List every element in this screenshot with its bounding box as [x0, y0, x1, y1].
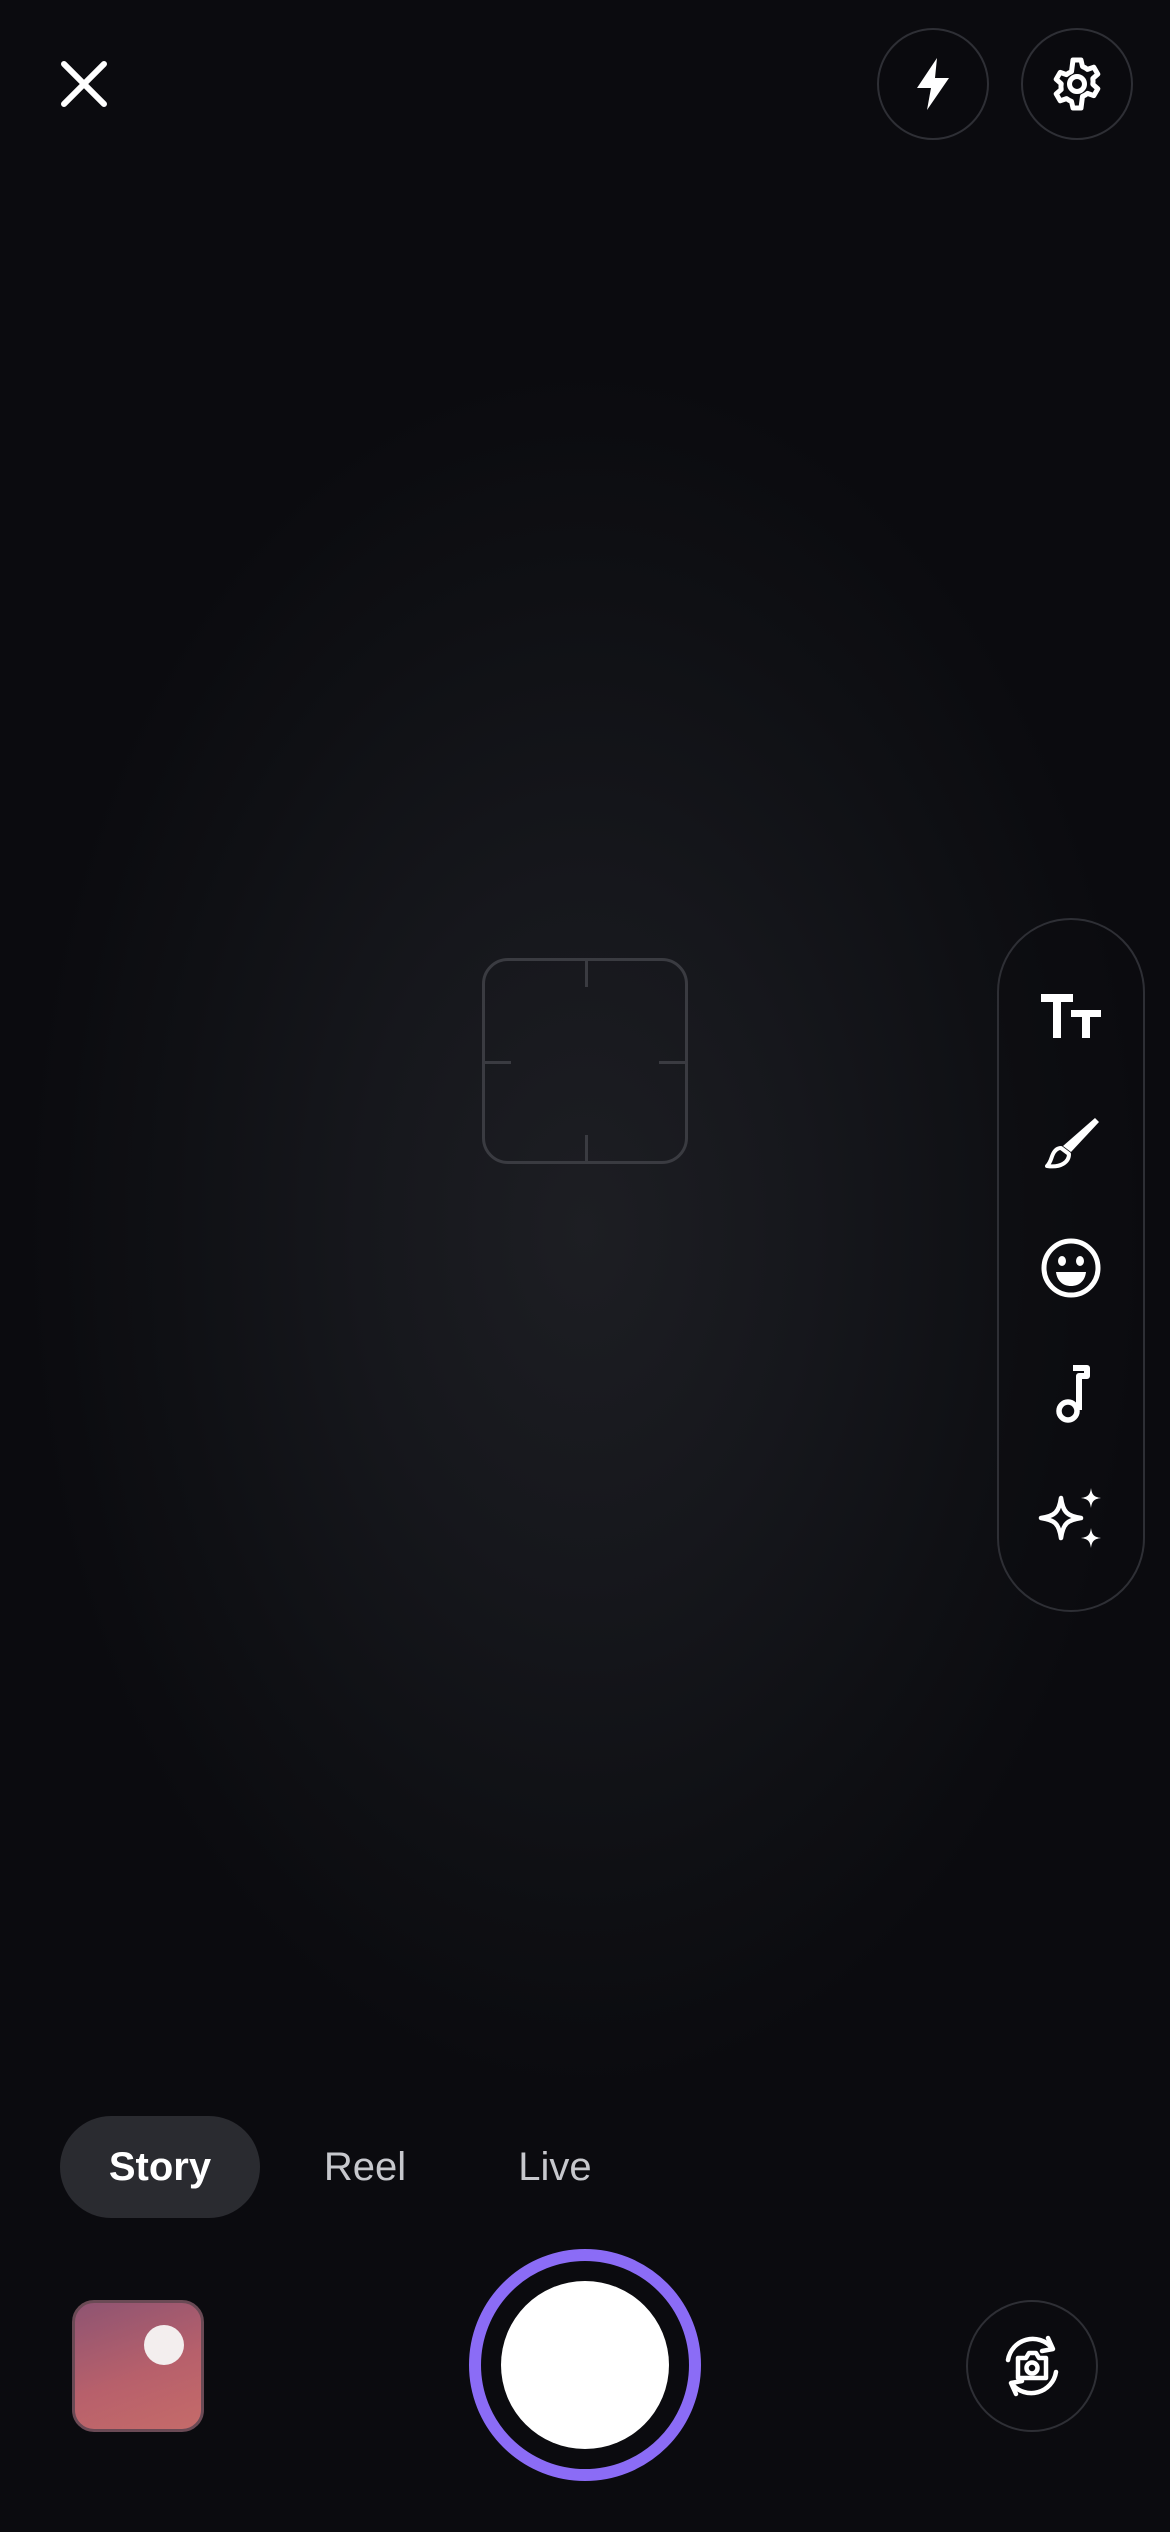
shutter-button[interactable] [469, 2249, 701, 2481]
focus-reticle [482, 958, 688, 1164]
reticle-tick [585, 961, 588, 987]
text-icon [1041, 994, 1101, 1038]
gallery-thumbnail[interactable] [72, 2300, 204, 2432]
music-tool-button[interactable] [1013, 1342, 1129, 1446]
mode-tab-story[interactable]: Story [60, 2116, 260, 2218]
creative-tools-rail [997, 918, 1145, 1612]
mode-tab-reel[interactable]: Reel [260, 2116, 470, 2218]
flash-button[interactable] [877, 28, 989, 140]
reticle-tick [659, 1061, 685, 1064]
draw-tool-button[interactable] [1013, 1090, 1129, 1194]
reticle-tick [485, 1061, 511, 1064]
effects-tool-button[interactable] [1013, 1468, 1129, 1572]
music-icon [1056, 1365, 1090, 1423]
mode-tab-label: Reel [323, 2144, 407, 2189]
flip-camera-icon [1005, 2335, 1059, 2397]
gear-icon [1053, 57, 1101, 111]
reticle-tick [585, 1135, 588, 1161]
effects-sparkle-icon [1038, 1488, 1101, 1548]
flip-camera-button[interactable] [966, 2300, 1098, 2432]
close-button[interactable] [40, 40, 128, 128]
brush-icon [1045, 1118, 1099, 1169]
sticker-tool-button[interactable] [1013, 1216, 1129, 1320]
text-tool-button[interactable] [1013, 964, 1129, 1068]
gallery-thumbnail-dot [144, 2325, 184, 2365]
sticker-icon [1041, 1238, 1101, 1298]
mode-tab-label: Story [108, 2144, 212, 2189]
close-icon [61, 61, 107, 107]
settings-button[interactable] [1021, 28, 1133, 140]
flash-icon [917, 58, 949, 110]
shutter-button-inner [501, 2281, 669, 2449]
mode-tab-live[interactable]: Live [470, 2116, 640, 2218]
mode-tab-label: Live [518, 2144, 592, 2189]
capture-mode-selector: Story Reel Live [60, 2116, 640, 2218]
